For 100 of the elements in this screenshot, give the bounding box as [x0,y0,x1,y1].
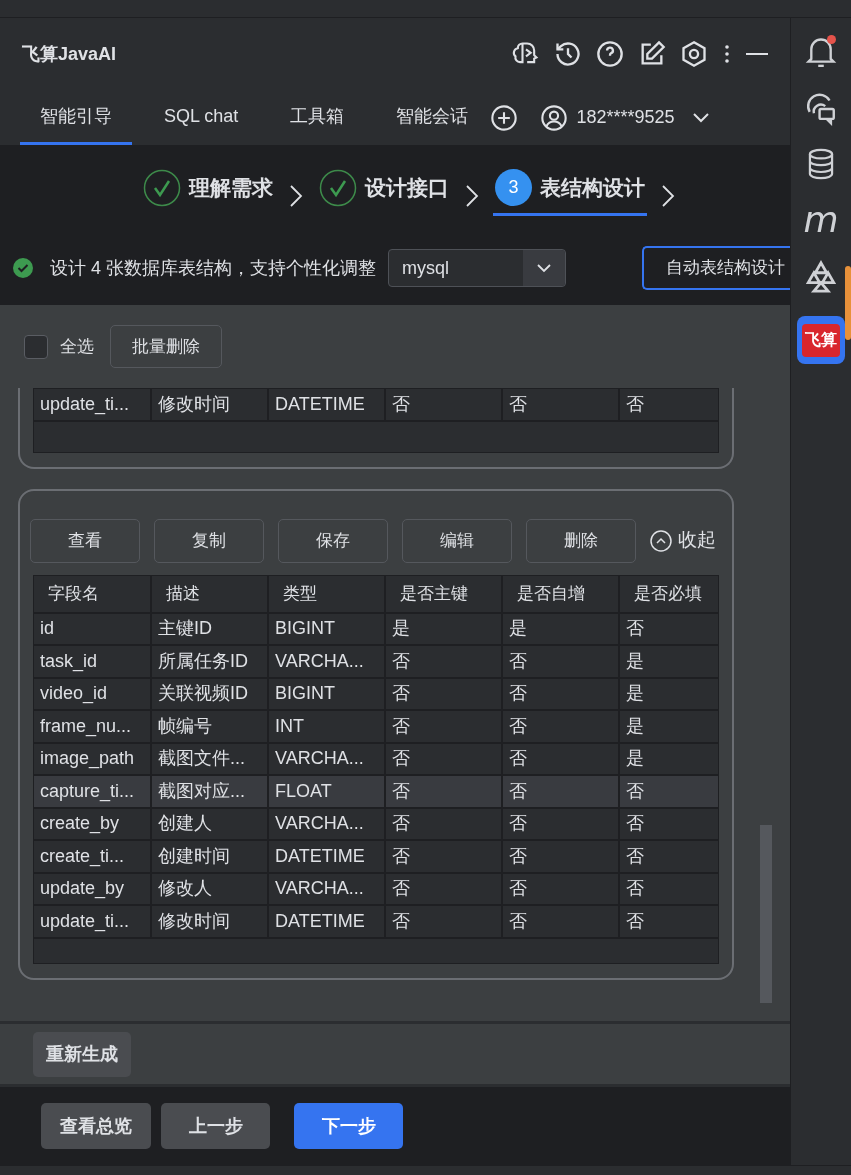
column-header[interactable]: 描述 [152,575,269,612]
scrollbar[interactable] [845,266,851,340]
step[interactable]: 设计接口 [317,162,451,216]
check-circle-icon [143,168,181,207]
table-cell-text: 否 [625,617,645,641]
table-cell-text: 否 [625,909,645,933]
tab[interactable]: SQL chat [144,90,259,145]
table-cell: 帧编号 [152,711,269,742]
table-cell-text: 否 [625,779,645,803]
app-title: 飞算JavaAI [22,42,117,66]
table-cell: 否 [386,873,503,904]
table-cell-text: 否 [625,812,645,836]
table-cell: VARCHA... [269,743,386,774]
chevron-up-icon [650,529,672,552]
table-cell: BIGINT [269,613,386,644]
chevron-down-icon [537,263,551,273]
table-row[interactable]: capture_ti... 截图对应... FLOAT 否 否 否 [34,776,718,809]
settings-icon[interactable] [680,40,708,68]
table-cell: 否 [386,808,503,839]
table-cell: video_id [34,678,152,709]
account-menu[interactable]: 182****9525 [540,90,711,145]
table-row[interactable]: frame_nu... 帧编号 INT 否 否 是 [34,711,718,744]
table-cell: 否 [386,776,503,807]
plugin-letter[interactable]: m [803,202,839,238]
table-cell: frame_nu... [34,711,152,742]
action-button[interactable]: 复制 [154,518,264,563]
table-row[interactable]: create_by 创建人 VARCHA... 否 否 否 [34,808,718,841]
table-cell: 否 [503,906,620,937]
minimize-icon[interactable] [746,52,768,56]
table-cell: VARCHA... [269,873,386,904]
table-cell: FLOAT [269,776,386,807]
table-cell: 否 [386,841,503,872]
footer-button[interactable]: 查看总览 [41,1103,151,1149]
chevron-right-icon [289,183,303,208]
action-button[interactable]: 查看 [30,518,140,563]
column-header[interactable]: 是否自增 [503,575,620,612]
table-cell: 创建时间 [152,841,269,872]
triangle-logo-icon[interactable] [804,260,838,294]
database-icon[interactable] [806,148,836,180]
add-icon[interactable] [490,103,519,132]
regenerate-button[interactable]: 重新生成 [33,1031,131,1077]
table-cell: 修改时间 [152,389,269,420]
step[interactable]: 理解需求 [141,162,275,216]
action-button[interactable]: 删除 [526,518,636,563]
app-logo[interactable]: 飞算 [802,323,840,357]
more-icon[interactable] [722,43,732,65]
step[interactable]: 3 表结构设计 [493,162,647,216]
table-cell: 主键ID [152,613,269,644]
table-cell: 否 [503,678,620,709]
table-cell: 否 [386,906,503,937]
column-header[interactable]: 类型 [269,575,386,612]
select-all-checkbox[interactable] [24,334,48,359]
table-cell: 否 [503,808,620,839]
table-row[interactable]: update_by 修改人 VARCHA... 否 否 否 [34,873,718,906]
user-icon [540,103,569,132]
table-cell: 否 [386,711,503,742]
database-select[interactable]: mysql [388,249,566,287]
chat-icon[interactable] [804,92,838,126]
table-row[interactable]: video_id 关联视频ID BIGINT 否 否 是 [34,678,718,711]
table-row[interactable]: create_ti... 创建时间 DATETIME 否 否 否 [34,841,718,874]
action-button[interactable]: 编辑 [402,518,512,563]
table-cell: 创建人 [152,808,269,839]
table-row[interactable]: image_path 截图文件... VARCHA... 否 否 是 [34,743,718,776]
table-cell: create_by [34,808,152,839]
help-icon[interactable] [596,40,624,68]
table-cell: 否 [386,389,503,420]
chevron-right-icon [465,183,479,208]
next-button[interactable]: 下一步 [294,1103,403,1149]
table-cell: 否 [503,743,620,774]
tab[interactable]: 工具箱 [270,90,365,145]
column-header[interactable]: 是否必填 [620,575,736,612]
table-cell-text: 否 [625,392,645,416]
column-header[interactable]: 是否主键 [386,575,503,612]
table-cell: update_ti... [34,906,152,937]
select-all-label: 全选 [60,335,94,358]
table-cell: BIGINT [269,678,386,709]
collapse-button[interactable]: 收起 [650,526,716,555]
table-cell: 否 [386,678,503,709]
table-cell: id [34,613,152,644]
table-cell-text: 否 [625,877,645,901]
table-row[interactable]: update_ti... 修改时间 DATETIME 否 否 否 [34,906,718,939]
auto-design-button[interactable]: 自动表结构设计 [642,246,790,290]
scrollbar[interactable] [760,825,772,1003]
table-row[interactable]: task_id 所属任务ID VARCHA... 否 否 是 [34,646,718,679]
table-cell: 截图文件... [152,743,269,774]
column-header[interactable]: 字段名 [34,575,152,612]
table-row[interactable]: update_ti... 修改时间 DATETIME 否 否 否 [34,389,718,422]
chevron-down-icon [692,111,711,124]
batch-delete-button[interactable]: 批量删除 [110,325,222,368]
history-icon[interactable] [554,40,582,68]
table-cell: image_path [34,743,152,774]
action-button[interactable]: 保存 [278,518,388,563]
table-cell: 否 [503,711,620,742]
tab[interactable]: 智能会话 [376,90,489,145]
table-cell: DATETIME [269,841,386,872]
table-cell: 否 [503,841,620,872]
table-cell-text: 是 [625,682,645,706]
table-cell: task_id [34,646,152,677]
footer-button[interactable]: 上一步 [161,1103,270,1149]
table-row[interactable]: id 主键ID BIGINT 是 是 否 [34,613,718,646]
